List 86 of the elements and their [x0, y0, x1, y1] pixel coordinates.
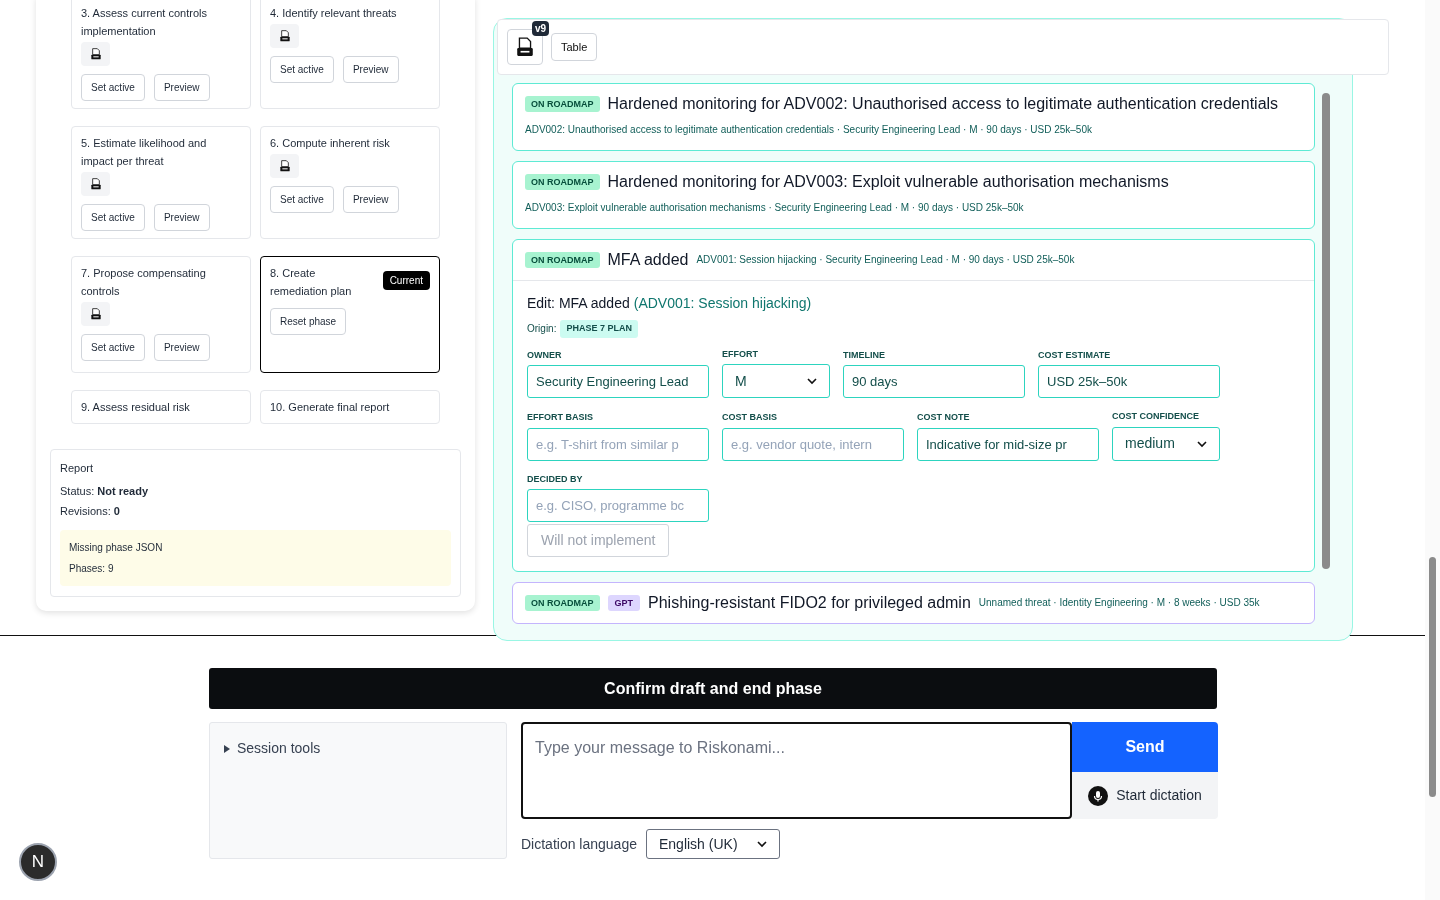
phase-button[interactable]: Preview — [342, 186, 399, 213]
phase-button[interactable]: Preview — [153, 204, 210, 231]
confirm-button[interactable]: Confirm draft and end phase — [209, 668, 1217, 709]
origin-badge: PHASE 7 PLAN — [560, 320, 638, 338]
status-badge: ON ROADMAP — [525, 252, 600, 268]
json-file-icon — [89, 48, 102, 60]
phase-button[interactable]: Set active — [81, 334, 145, 361]
field-label: COST CONFIDENCE — [1112, 410, 1200, 423]
dictation-button[interactable]: Start dictation — [1072, 772, 1218, 819]
phase-title: 7. Propose compensating controls — [81, 266, 207, 299]
microphone-icon — [1088, 785, 1109, 806]
input-field[interactable]: e.g. vendor quote, intern — [722, 427, 904, 461]
warning-title: Missing phase JSON — [69, 540, 164, 555]
phase-button[interactable]: Set active — [270, 56, 334, 83]
report-revisions: Revisions: 0 — [60, 504, 121, 519]
json-button[interactable] — [81, 42, 110, 66]
item-meta: Unnamed threat · Identity Engineering · M · 8 weeks · USD 35k — [978, 596, 1260, 610]
warning-detail: Phases: 9 — [69, 561, 115, 576]
origin-label: Origin: — [527, 322, 557, 337]
chevron-down-icon — [757, 839, 767, 849]
phase-title: 6. Compute inherent risk — [270, 136, 390, 151]
field-label: EFFORT BASIS — [527, 411, 594, 424]
field-label: EFFORT — [722, 347, 759, 361]
field-label: COST BASIS — [722, 411, 778, 424]
current-badge: Current — [382, 271, 430, 290]
item-meta: ADV002: Unauthorised access to legitimate authentication credentials · Security Engineering Lead · M · 90 days · USD 25k–50k — [525, 123, 1092, 137]
disclosure-triangle-icon — [223, 744, 231, 753]
phase-title: 3. Assess current controls implementation — [81, 6, 208, 39]
phase-button[interactable]: Preview — [153, 334, 210, 361]
phase-title: 10. Generate final report — [270, 400, 390, 415]
field-label: DECIDED BY — [527, 472, 584, 486]
json-file-icon — [278, 160, 291, 172]
status-badge: ON ROADMAP — [525, 174, 600, 190]
json-button[interactable] — [270, 24, 299, 48]
phase-button[interactable]: Preview — [153, 74, 210, 101]
status-badge: ON ROADMAP — [525, 595, 600, 611]
chevron-down-icon — [807, 376, 817, 386]
language-select[interactable]: English (UK) — [646, 829, 780, 859]
input-field[interactable]: Security Engineering Lead — [527, 365, 709, 398]
report-status: Status: Not ready — [60, 483, 150, 499]
phase-button[interactable]: Preview — [342, 56, 399, 83]
phase-button[interactable]: Set active — [81, 74, 145, 101]
field-label: TIMELINE — [843, 348, 886, 362]
phase-title: 9. Assess residual risk — [81, 400, 190, 415]
send-button[interactable]: Send — [1072, 722, 1218, 772]
table-button[interactable]: Table — [551, 32, 598, 62]
session-tools-toggle[interactable]: Session tools — [223, 738, 321, 759]
version-badge: v9 — [531, 21, 549, 36]
phase-title: 5. Estimate likelihood and impact per threat — [81, 136, 208, 169]
phase-button[interactable]: Reset phase — [270, 308, 347, 335]
input-field[interactable]: e.g. CISO, programme bc — [527, 489, 709, 522]
phase-button[interactable]: Set active — [81, 204, 145, 231]
item-meta: ADV003: Exploit vulnerable authorisation mechanisms · Security Engineering Lead · M · 90 days · USD 25k–50k — [525, 201, 1024, 215]
user-avatar[interactable]: N — [19, 843, 57, 881]
json-button[interactable] — [270, 154, 299, 178]
input-field[interactable]: Indicative for mid-size pr — [917, 427, 1099, 461]
select-field[interactable]: medium — [1112, 426, 1220, 461]
item-title: Hardened monitoring for ADV002: Unauthorised access to legitimate authentication credentials — [607, 94, 1279, 114]
chevron-down-icon — [1197, 438, 1207, 449]
status-badge: ON ROADMAP — [525, 96, 600, 112]
json-file-icon — [89, 308, 102, 320]
json-button[interactable] — [81, 302, 110, 326]
item-title: Hardened monitoring for ADV003: Exploit vulnerable authorisation mechanisms — [607, 172, 1169, 192]
select-field[interactable]: M — [722, 364, 830, 398]
item-title: Phishing-resistant FIDO2 for privileged admin — [648, 593, 971, 613]
source-badge: GPT — [607, 595, 640, 611]
field-label: OWNER — [527, 348, 563, 362]
input-field[interactable]: 90 days — [843, 365, 1025, 398]
json-file-icon — [516, 37, 534, 57]
phase-title: 8. Create remediation plan — [270, 266, 353, 299]
input-field[interactable]: USD 25k–50k — [1038, 365, 1220, 398]
threat-label: (ADV001: Session hijacking) — [633, 294, 812, 313]
json-file-icon — [89, 178, 102, 190]
report-title: Report — [60, 461, 95, 476]
field-label: COST NOTE — [917, 411, 971, 424]
input-field[interactable]: e.g. T-shirt from similar p — [527, 427, 709, 461]
json-file-icon — [278, 30, 291, 42]
message-field[interactable]: Type your message to Riskonami... — [521, 722, 1072, 819]
phase-title: 4. Identify relevant threats — [270, 6, 397, 21]
edit-heading: Edit: MFA added — [527, 294, 630, 313]
field-label: COST ESTIMATE — [1038, 348, 1112, 362]
json-button[interactable] — [81, 172, 110, 196]
item-meta: ADV001: Session hijacking · Security Engineering Lead · M · 90 days · USD 25k–50k — [696, 253, 1075, 267]
dictation-language-label: Dictation language — [521, 834, 637, 854]
phase-button[interactable]: Set active — [270, 186, 334, 213]
item-title: MFA added — [607, 250, 689, 270]
